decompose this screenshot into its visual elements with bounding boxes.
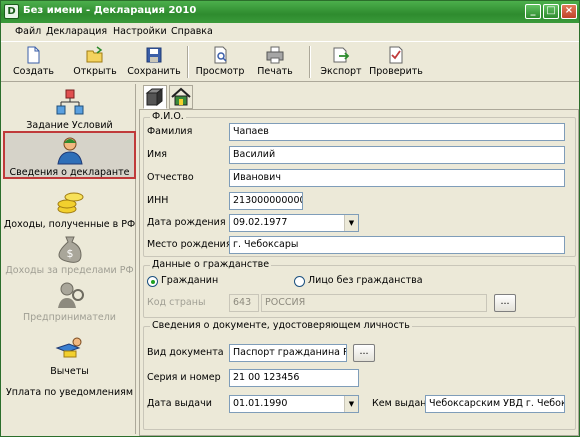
house-icon: [171, 87, 191, 106]
open-folder-icon: [86, 46, 103, 63]
sidebar-item-conditions[interactable]: Задание Условий: [3, 88, 136, 132]
coins-icon: [57, 192, 83, 214]
issued-by-input[interactable]: Чебоксарским УВД г. Чебокс: [425, 395, 565, 413]
document-number-label: Серия и номер: [147, 372, 221, 383]
country-code-label: Код страны: [147, 297, 206, 308]
issue-date-value: 01.01.1990: [233, 398, 288, 409]
birthdate-value: 09.02.1977: [233, 217, 288, 228]
birthplace-label: Место рождения: [147, 239, 232, 250]
sidebar-item-income-rf[interactable]: Доходы, полученные в РФ: [3, 187, 136, 231]
toolbar-separator: [187, 46, 189, 78]
document-group: Сведения о документе, удостоверяющем лич…: [143, 320, 576, 430]
sidebar-item-entrepreneurs[interactable]: Предприниматели: [3, 280, 136, 324]
close-button[interactable]: ×: [561, 4, 577, 19]
menu-bar: Файл Декларация Настройки Справка: [1, 23, 579, 41]
issued-by-label: Кем выдан: [372, 398, 427, 409]
toolbar-separator: [309, 46, 311, 78]
chevron-down-icon[interactable]: ▼: [344, 396, 358, 412]
stateless-radio[interactable]: [294, 276, 305, 287]
printer-icon: [266, 46, 284, 64]
sidebar-item-income-abroad[interactable]: $ Доходы за пределами РФ: [3, 233, 136, 277]
money-bag-icon: $: [57, 236, 82, 263]
minimize-button[interactable]: _: [525, 4, 541, 19]
document-type-input[interactable]: Паспорт гражданина РФ: [229, 344, 347, 362]
new-document-icon: [27, 46, 40, 64]
inn-input[interactable]: 213000000000: [229, 192, 303, 210]
citizenship-group: Данные о гражданстве Гражданин Лицо без …: [143, 259, 576, 318]
toolbar: Создать Открыть Сохранить Просмотр Печат…: [1, 41, 579, 82]
fio-group-title: Ф.И.О.: [150, 111, 186, 122]
tab-address[interactable]: [169, 85, 193, 109]
patronymic-input[interactable]: Иванович: [229, 169, 565, 187]
menu-help[interactable]: Справка: [171, 26, 213, 37]
person-icon: [56, 137, 83, 165]
entrepreneur-icon: [57, 282, 84, 308]
conditions-icon: [56, 89, 83, 115]
title-bar: D Без имени - Декларация 2010 _ □ ×: [1, 1, 579, 23]
name-input[interactable]: Василий: [229, 146, 565, 164]
sidebar-item-declarant[interactable]: Сведения о декларанте: [3, 131, 136, 179]
declarant-panel: Ф.И.О. Фамилия Чапаев Имя Василий Отчест…: [139, 109, 579, 436]
save-button[interactable]: Сохранить: [127, 44, 181, 81]
tab-personal-data[interactable]: [143, 85, 167, 109]
menu-file[interactable]: Файл: [15, 26, 41, 37]
patronymic-label: Отчество: [147, 172, 194, 183]
svg-text:$: $: [66, 247, 73, 260]
surname-label: Фамилия: [147, 126, 193, 137]
create-button[interactable]: Создать: [13, 44, 54, 81]
fio-group: Ф.И.О. Фамилия Чапаев Имя Василий Отчест…: [143, 111, 576, 257]
menu-declaration[interactable]: Декларация: [46, 26, 107, 37]
sidebar: Задание Условий Сведения о декларанте До…: [3, 84, 136, 434]
preview-icon: [214, 46, 227, 64]
citizen-radio[interactable]: [147, 276, 158, 287]
checklist-icon: [389, 46, 403, 64]
export-button[interactable]: Экспорт: [319, 44, 363, 81]
sidebar-item-deductions[interactable]: Вычеты: [3, 334, 136, 378]
check-button[interactable]: Проверить: [369, 44, 423, 81]
citizenship-group-title: Данные о гражданстве: [150, 259, 272, 270]
deductions-icon: [55, 337, 81, 358]
country-browse-button[interactable]: ...: [494, 294, 516, 312]
print-button[interactable]: Печать: [253, 44, 297, 81]
main-area: Ф.И.О. Фамилия Чапаев Имя Василий Отчест…: [139, 84, 579, 436]
surname-input[interactable]: Чапаев: [229, 123, 565, 141]
country-name-input[interactable]: РОССИЯ: [261, 294, 487, 312]
birthdate-picker[interactable]: 09.02.1977 ▼: [229, 214, 359, 232]
issue-date-label: Дата выдачи: [147, 398, 212, 409]
document-number-input[interactable]: 21 00 123456: [229, 369, 359, 387]
floppy-disk-icon: [146, 47, 162, 63]
name-label: Имя: [147, 149, 167, 160]
open-button[interactable]: Открыть: [73, 44, 117, 81]
personal-data-tab-icon: [145, 87, 164, 107]
menu-settings[interactable]: Настройки: [113, 26, 167, 37]
chevron-down-icon[interactable]: ▼: [344, 215, 358, 231]
maximize-button[interactable]: □: [543, 4, 559, 19]
window-title: Без имени - Декларация 2010: [23, 5, 197, 16]
document-type-label: Вид документа: [147, 347, 224, 358]
export-icon: [333, 47, 350, 63]
citizen-radio-label: Гражданин: [161, 275, 219, 286]
stateless-radio-label: Лицо без гражданства: [308, 275, 423, 286]
inn-label: ИНН: [147, 195, 169, 206]
app-icon: D: [4, 4, 19, 19]
document-group-title: Сведения о документе, удостоверяющем лич…: [150, 320, 412, 331]
app-window: D Без имени - Декларация 2010 _ □ × Файл…: [0, 0, 580, 437]
country-code-input[interactable]: 643: [229, 294, 259, 312]
birthplace-input[interactable]: г. Чебоксары: [229, 236, 565, 254]
preview-button[interactable]: Просмотр: [195, 44, 245, 81]
issue-date-picker[interactable]: 01.01.1990 ▼: [229, 395, 359, 413]
sidebar-item-notifications-payment[interactable]: Уплата по уведомлениям: [3, 387, 136, 403]
birthdate-label: Дата рождения: [147, 217, 226, 228]
document-type-browse-button[interactable]: ...: [353, 344, 375, 362]
